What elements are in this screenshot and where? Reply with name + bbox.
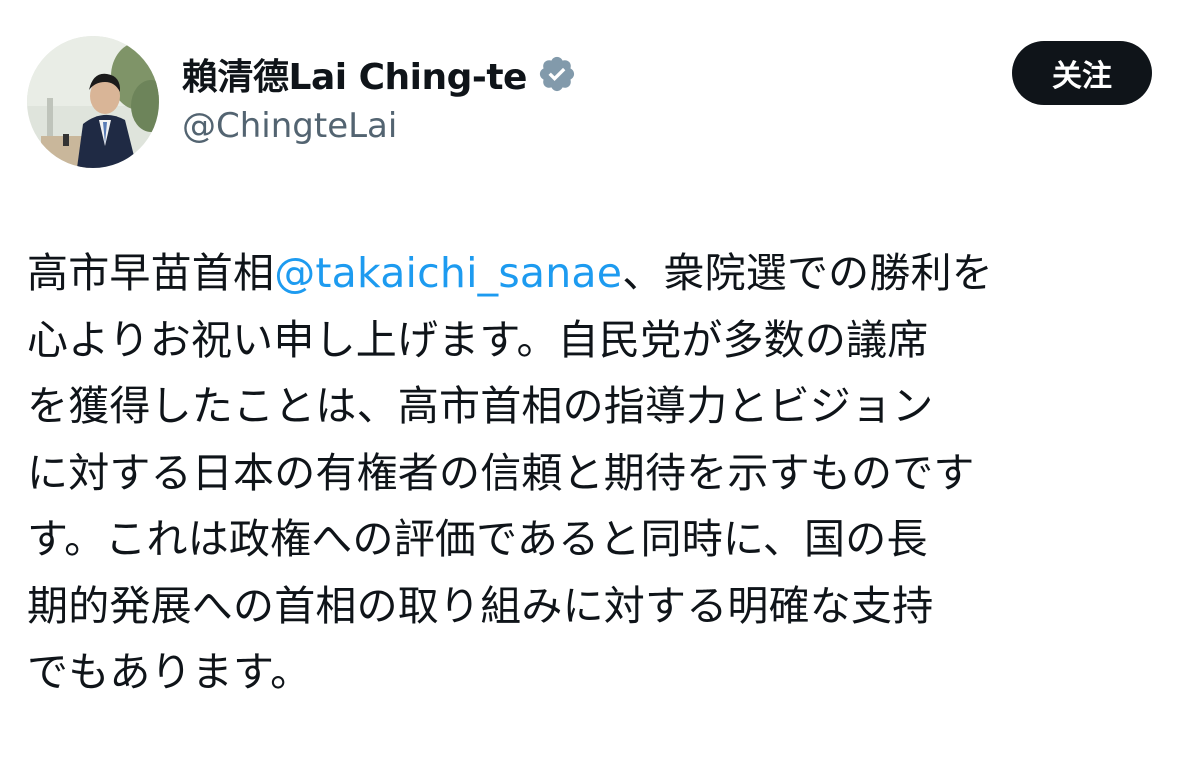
tweet-text-segment: 、衆院選での勝利を — [622, 249, 993, 297]
tweet-line: 高市早苗首相@takaichi_sanae、衆院選での勝利を — [27, 240, 1167, 307]
tweet-line: に対する日本の有権者の信頼と期待を示すものです — [27, 448, 975, 497]
tweet-card: 賴清德Lai Ching-te @ChingteLai 关注 高市早苗首相@ta… — [0, 0, 1200, 759]
author-name-row: 賴清德Lai Ching-te — [182, 46, 577, 102]
author-display-name[interactable]: 賴清德Lai Ching-te — [182, 48, 527, 100]
mention-link[interactable]: @takaichi_sanae — [274, 249, 622, 297]
author-handle[interactable]: @ChingteLai — [182, 106, 397, 146]
tweet-text-segment: 高市早苗首相 — [27, 249, 275, 297]
tweet-text: 高市早苗首相@takaichi_sanae、衆院選での勝利を 心よりお祝い申し上… — [27, 240, 1167, 706]
tweet-line: 期的発展への首相の取り組みに対する明確な支持 — [27, 581, 934, 630]
tweet-line: 心よりお祝い申し上げます。自民党が多数の議席 — [27, 315, 929, 364]
tweet-line: でもあります。 — [27, 648, 312, 696]
author-avatar[interactable] — [27, 36, 159, 168]
tweet-line: す。これは政権への評価であると同時に、国の長 — [27, 515, 928, 563]
tweet-line: を獲得したことは、高市首相の指導力とビジョン — [27, 382, 934, 430]
profile-photo-icon — [27, 36, 159, 168]
follow-button[interactable]: 关注 — [1012, 41, 1152, 105]
verified-badge-icon — [537, 54, 577, 94]
